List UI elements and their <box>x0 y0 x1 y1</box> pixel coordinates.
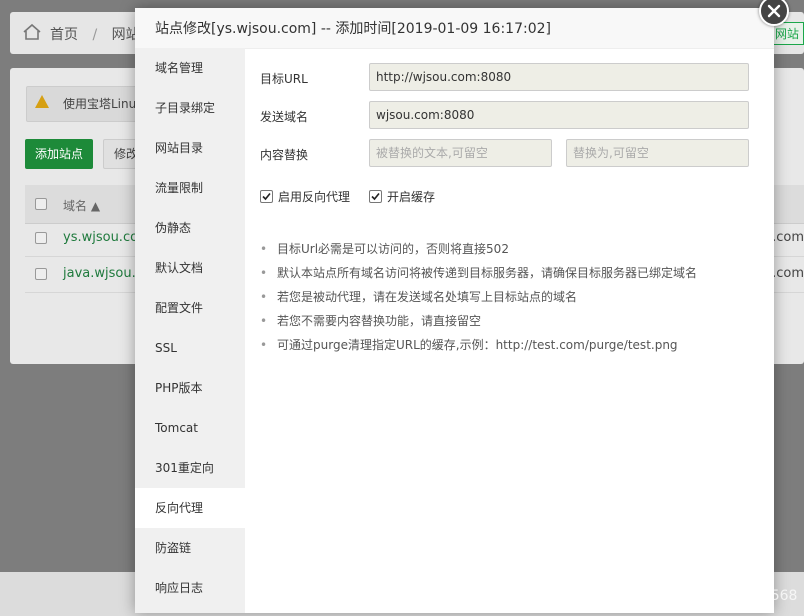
replace-from-input[interactable] <box>369 139 552 167</box>
send-domain-input[interactable] <box>369 101 749 129</box>
modal-title: 站点修改[ys.wjsou.com] -- 添加时间[2019-01-09 16… <box>155 21 551 37</box>
sidebar-item-tomcat[interactable]: Tomcat <box>135 408 245 448</box>
checkbox-checked-icon[interactable] <box>260 190 273 203</box>
warning-text: 使用宝塔Linux <box>63 97 144 111</box>
list-item: 默认本站点所有域名访问将被传递到目标服务器，请确保目标服务器已绑定域名 <box>260 261 697 285</box>
sidebar-item-site-directory[interactable]: 网站目录 <box>135 128 245 168</box>
column-header-domain[interactable]: 域名 ▲ <box>63 197 100 214</box>
breadcrumb-home[interactable]: 首页 <box>50 27 78 43</box>
home-icon[interactable] <box>22 22 42 42</box>
close-icon[interactable] <box>767 4 781 18</box>
send-domain-label: 发送域名 <box>260 110 309 124</box>
enable-proxy-label: 启用反向代理 <box>278 190 351 204</box>
sidebar-item-domain-management[interactable]: 域名管理 <box>135 48 245 88</box>
sidebar-item-hotlink-protection[interactable]: 防盗链 <box>135 528 245 568</box>
sidebar-item-php-version[interactable]: PHP版本 <box>135 368 245 408</box>
warning-icon <box>35 95 49 108</box>
target-url-label: 目标URL <box>260 72 308 86</box>
list-item: 目标Url必需是可以访问的，否则将直接502 <box>260 237 697 261</box>
modal-sidebar: 域名管理 子目录绑定 网站目录 流量限制 伪静态 默认文档 配置文件 SSL P… <box>135 48 245 613</box>
list-item: 若您是被动代理，请在发送域名处填写上目标站点的域名 <box>260 285 697 309</box>
breadcrumb: 首页 / 网站 <box>50 24 140 44</box>
checkbox-checked-icon[interactable] <box>369 190 382 203</box>
sidebar-item-301-redirect[interactable]: 301重定向 <box>135 448 245 488</box>
row-checkbox[interactable] <box>35 268 47 280</box>
sidebar-item-reverse-proxy[interactable]: 反向代理 <box>135 488 245 528</box>
replace-to-input[interactable] <box>566 139 749 167</box>
sidebar-item-ssl[interactable]: SSL <box>135 328 245 368</box>
add-site-button[interactable]: 添加站点 <box>25 139 93 169</box>
select-all-checkbox[interactable] <box>35 198 47 210</box>
sidebar-item-config-file[interactable]: 配置文件 <box>135 288 245 328</box>
modal-title-bar[interactable]: 站点修改[ys.wjsou.com] -- 添加时间[2019-01-09 16… <box>135 8 774 49</box>
reverse-proxy-panel: 目标URL 发送域名 内容替换 启用反向代理 开启缓存 目标Url必需是可以访问… <box>245 48 774 613</box>
breadcrumb-separator: / <box>92 27 98 43</box>
sidebar-item-subdirectory-binding[interactable]: 子目录绑定 <box>135 88 245 128</box>
sidebar-item-default-document[interactable]: 默认文档 <box>135 248 245 288</box>
sidebar-item-rewrite[interactable]: 伪静态 <box>135 208 245 248</box>
list-item: 若您不需要内容替换功能，请直接留空 <box>260 309 697 333</box>
sidebar-item-traffic-limit[interactable]: 流量限制 <box>135 168 245 208</box>
watermark: https://blog.csdn.net/chenhao0568 <box>552 588 798 604</box>
row-checkbox[interactable] <box>35 232 47 244</box>
site-edit-modal: 站点修改[ys.wjsou.com] -- 添加时间[2019-01-09 16… <box>135 8 774 613</box>
enable-proxy-checkbox[interactable]: 启用反向代理 <box>260 188 350 205</box>
content-replace-label: 内容替换 <box>260 148 309 162</box>
enable-cache-label: 开启缓存 <box>387 190 436 204</box>
sidebar-item-response-log[interactable]: 响应日志 <box>135 568 245 608</box>
list-item: 可通过purge清理指定URL的缓存,示例：http://test.com/pu… <box>260 333 697 357</box>
enable-cache-checkbox[interactable]: 开启缓存 <box>369 188 435 205</box>
help-tips-list: 目标Url必需是可以访问的，否则将直接502 默认本站点所有域名访问将被传递到目… <box>260 237 697 357</box>
target-url-input[interactable] <box>369 63 749 91</box>
